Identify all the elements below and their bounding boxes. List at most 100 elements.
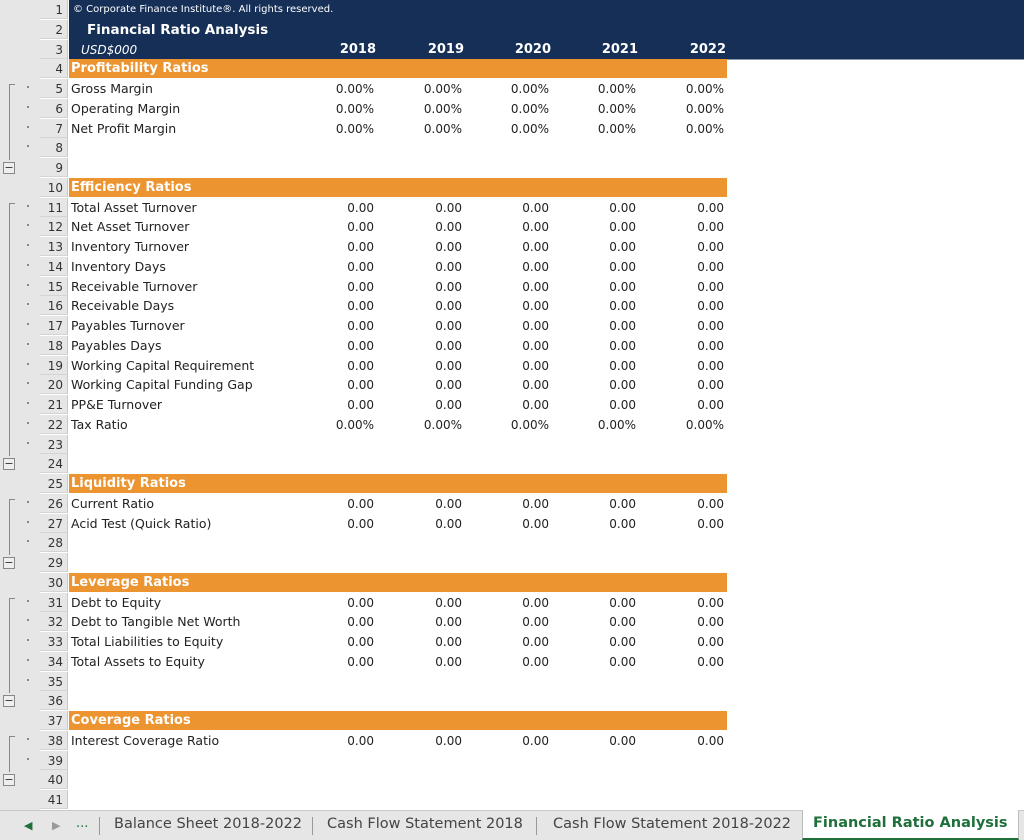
row-cells[interactable]: Profitability Ratios: [69, 59, 1024, 79]
row-cells[interactable]: [69, 672, 1024, 692]
row-header[interactable]: 38: [40, 730, 68, 750]
row-header[interactable]: 21: [40, 395, 68, 414]
row-cells[interactable]: © Corporate Finance Institute®. All righ…: [69, 0, 1024, 20]
ratio-value[interactable]: 0.00: [294, 296, 374, 316]
ratio-value[interactable]: 0.00: [382, 198, 462, 218]
collapse-group-button[interactable]: −: [3, 162, 15, 174]
tab-cash-flow-2018-2022[interactable]: Cash Flow Statement 2018-2022: [553, 811, 791, 839]
row-cells[interactable]: [69, 533, 1024, 553]
row-cells[interactable]: [69, 138, 1024, 158]
ratio-value[interactable]: 0.00: [382, 296, 462, 316]
ratio-value[interactable]: 0.00: [556, 316, 636, 336]
collapse-group-button[interactable]: −: [3, 557, 15, 569]
ratio-value[interactable]: 0.00: [382, 593, 462, 613]
ratio-value[interactable]: 0.00: [382, 514, 462, 534]
ratio-value[interactable]: 0.00: [382, 652, 462, 672]
ratio-value[interactable]: 0.00%: [294, 99, 374, 119]
ratio-value[interactable]: 0.00: [294, 632, 374, 652]
ratio-value[interactable]: 0.00: [469, 296, 549, 316]
row-header[interactable]: 28: [40, 533, 68, 553]
ratio-value[interactable]: 0.00: [382, 612, 462, 632]
row-cells[interactable]: Debt to Equity 0.00 0.00 0.00 0.00 0.00: [69, 593, 1024, 613]
ratio-value[interactable]: 0.00: [644, 612, 724, 632]
row-cells[interactable]: Gross Margin 0.00% 0.00% 0.00% 0.00% 0.00%: [69, 79, 1024, 99]
ratio-value[interactable]: 0.00: [294, 237, 374, 257]
ratio-value[interactable]: 0.00: [644, 593, 724, 613]
row-cells[interactable]: Efficiency Ratios: [69, 177, 1024, 198]
ratio-value[interactable]: 0.00: [382, 632, 462, 652]
ratio-value[interactable]: 0.00: [644, 336, 724, 356]
ratio-value[interactable]: 0.00: [644, 494, 724, 514]
ratio-value[interactable]: 0.00%: [644, 119, 724, 139]
row-header[interactable]: 11: [40, 197, 68, 217]
row-cells[interactable]: Financial Ratio Analysis: [69, 19, 1024, 40]
ratio-value[interactable]: 0.00%: [556, 119, 636, 139]
row-cells[interactable]: [69, 158, 1024, 178]
row-header[interactable]: 33: [40, 632, 68, 651]
ratio-value[interactable]: 0.00: [556, 296, 636, 316]
row-header[interactable]: 4: [40, 59, 68, 79]
row-header[interactable]: 17: [40, 316, 68, 335]
ratio-value[interactable]: 0.00: [294, 593, 374, 613]
row-cells[interactable]: [69, 454, 1024, 474]
row-header[interactable]: 34: [40, 651, 68, 671]
row-cells[interactable]: Inventory Days 0.00 0.00 0.00 0.00 0.00: [69, 257, 1024, 277]
row-cells[interactable]: Total Liabilities to Equity 0.00 0.00 0.00 0…: [69, 632, 1024, 652]
tab-cash-flow-2018[interactable]: Cash Flow Statement 2018: [327, 811, 523, 839]
ratio-value[interactable]: 0.00: [294, 198, 374, 218]
row-header[interactable]: 24: [40, 454, 68, 474]
ratio-value[interactable]: 0.00: [469, 612, 549, 632]
ratio-value[interactable]: 0.00: [556, 198, 636, 218]
row-header[interactable]: 13: [40, 237, 68, 256]
ratio-value[interactable]: 0.00: [556, 237, 636, 257]
ratio-value[interactable]: 0.00: [382, 375, 462, 395]
ratio-value[interactable]: 0.00: [556, 494, 636, 514]
ratio-value[interactable]: 0.00: [556, 593, 636, 613]
row-cells[interactable]: Receivable Days 0.00 0.00 0.00 0.00 0.00: [69, 296, 1024, 316]
ratio-value[interactable]: 0.00%: [556, 99, 636, 119]
row-header[interactable]: 27: [40, 513, 68, 533]
row-cells[interactable]: Coverage Ratios: [69, 711, 1024, 731]
ratio-value[interactable]: 0.00: [382, 237, 462, 257]
ratio-value[interactable]: 0.00: [644, 257, 724, 277]
ratio-value[interactable]: 0.00%: [382, 79, 462, 99]
row-header[interactable]: 30: [40, 572, 68, 592]
ratio-value[interactable]: 0.00: [294, 652, 374, 672]
ratio-value[interactable]: 0.00: [644, 514, 724, 534]
collapse-group-button[interactable]: −: [3, 458, 15, 471]
row-header[interactable]: 14: [40, 256, 68, 276]
ratio-value[interactable]: 0.00%: [556, 415, 636, 435]
row-header[interactable]: 19: [40, 355, 68, 375]
ratio-value[interactable]: 0.00: [469, 514, 549, 534]
ratio-value[interactable]: 0.00%: [469, 79, 549, 99]
ratio-value[interactable]: 0.00: [294, 731, 374, 751]
ratio-value[interactable]: 0.00%: [469, 99, 549, 119]
row-header[interactable]: 2: [40, 19, 68, 39]
ratio-value[interactable]: 0.00: [382, 731, 462, 751]
ratio-value[interactable]: 0.00: [382, 395, 462, 415]
ratio-value[interactable]: 0.00: [294, 494, 374, 514]
row-cells[interactable]: Net Asset Turnover 0.00 0.00 0.00 0.00 0.00: [69, 217, 1024, 237]
row-cells[interactable]: Leverage Ratios: [69, 572, 1024, 593]
row-header[interactable]: 25: [40, 474, 68, 493]
tab-balance-sheet[interactable]: Balance Sheet 2018-2022: [114, 811, 302, 839]
ratio-value[interactable]: 0.00: [644, 652, 724, 672]
ratio-value[interactable]: 0.00: [382, 257, 462, 277]
ratio-value[interactable]: 0.00: [382, 217, 462, 237]
ratio-value[interactable]: 0.00: [556, 277, 636, 297]
collapse-group-button[interactable]: −: [3, 774, 15, 787]
tab-scroll-left-icon[interactable]: ◀: [24, 819, 32, 832]
ratio-value[interactable]: 0.00: [294, 277, 374, 297]
ratio-value[interactable]: 0.00: [556, 632, 636, 652]
ratio-value[interactable]: 0.00%: [382, 119, 462, 139]
row-cells[interactable]: [69, 553, 1024, 573]
ratio-value[interactable]: 0.00%: [469, 119, 549, 139]
row-cells[interactable]: Liquidity Ratios: [69, 474, 1024, 494]
row-cells[interactable]: Working Capital Funding Gap 0.00 0.00 0.00 0…: [69, 375, 1024, 395]
row-header[interactable]: 12: [40, 217, 68, 237]
ratio-value[interactable]: 0.00: [469, 375, 549, 395]
ratio-value[interactable]: 0.00: [382, 494, 462, 514]
row-header[interactable]: 41: [40, 790, 68, 809]
row-header[interactable]: 39: [40, 750, 68, 770]
ratio-value[interactable]: 0.00: [556, 356, 636, 376]
